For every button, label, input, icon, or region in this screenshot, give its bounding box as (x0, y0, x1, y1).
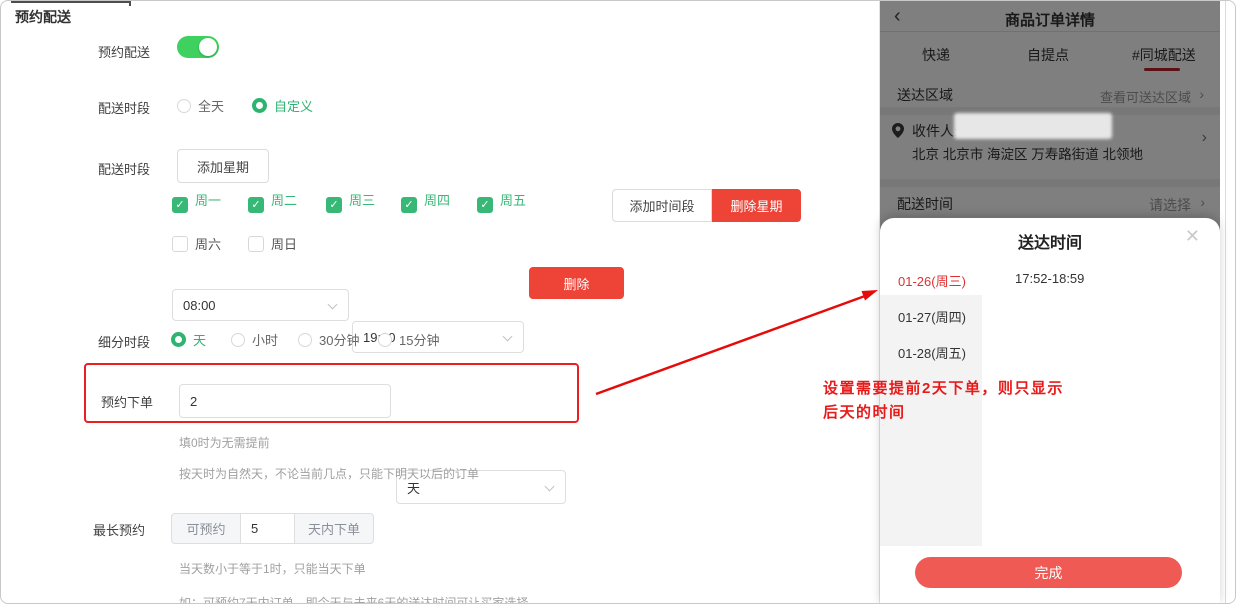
add-timeslot-button[interactable]: 添加时间段 (612, 189, 712, 222)
chevron-down-icon (503, 332, 513, 342)
delete-week-button[interactable]: 删除星期 (712, 189, 801, 222)
annotation-line1: 设置需要提前2天下单，则只显示 (823, 377, 1123, 401)
annotation-line2: 后天的时间 (823, 401, 1123, 425)
weeks-label: 配送时段 (98, 159, 150, 178)
period-option-custom-label: 自定义 (274, 99, 313, 114)
day-label: 周六 (195, 237, 221, 252)
day-label: 周三 (349, 193, 375, 208)
add-week-button[interactable]: 添加星期 (177, 149, 269, 183)
max-reserve-input[interactable] (240, 513, 295, 544)
granularity-option-day[interactable]: 天 (171, 330, 206, 350)
max-reserve-help: 当天数小于等于1时，只能当天下单 (179, 560, 366, 577)
period-option-all-label: 全天 (198, 99, 224, 114)
top-divider-tick (129, 1, 131, 6)
date-item[interactable]: 01-27(周四) (898, 307, 966, 326)
period-label: 配送时段 (98, 98, 150, 117)
page-title: 预约配送 (15, 7, 71, 27)
radio-on-icon[interactable] (171, 332, 186, 347)
day-checkbox-sun[interactable]: 周日 (248, 234, 297, 254)
window-scrollbar-track[interactable] (1225, 1, 1226, 604)
app-window: 预约配送 预约配送 配送时段 全天 自定义 配送时段 添加星期 ✓周一 ✓周二 … (0, 0, 1236, 604)
day-checkbox-tue[interactable]: ✓ 周二 (248, 190, 297, 213)
checkbox-checked-icon[interactable]: ✓ (172, 197, 188, 213)
chevron-down-icon (545, 482, 555, 492)
checkbox-checked-icon[interactable]: ✓ (248, 197, 264, 213)
close-icon[interactable]: ✕ (1185, 226, 1200, 247)
granularity-option-label: 小时 (252, 333, 278, 348)
done-button[interactable]: 完成 (915, 557, 1182, 588)
top-divider (11, 1, 129, 3)
chevron-down-icon (328, 300, 338, 310)
radio-off-icon[interactable] (177, 99, 191, 113)
day-label: 周二 (271, 193, 297, 208)
day-label: 周四 (424, 193, 450, 208)
reserve-delivery-toggle[interactable] (177, 36, 219, 58)
granularity-option-15min[interactable]: 15分钟 (378, 330, 439, 350)
day-label: 周日 (271, 237, 297, 252)
day-checkbox-wed[interactable]: ✓ 周三 (326, 190, 375, 213)
radio-off-icon[interactable] (231, 333, 245, 347)
redacted-name-patch (954, 113, 1112, 139)
checkbox-checked-icon[interactable]: ✓ (477, 197, 493, 213)
day-checkbox-mon[interactable]: ✓ 周一 (172, 190, 221, 213)
max-reserve-note: 如：可预约7天内订单，即今天与未来6天的送达时间可让买家选择 (179, 594, 528, 604)
advance-note: 按天时为自然天，不论当前几点，只能下明天以后的订单 (179, 465, 479, 482)
annotation-text: 设置需要提前2天下单，则只显示 后天的时间 (823, 377, 1123, 425)
advance-help: 填0时为无需提前 (179, 434, 270, 451)
granularity-option-label: 30分钟 (319, 333, 359, 348)
day-label: 周五 (500, 193, 526, 208)
day-label: 周一 (195, 193, 221, 208)
time-start-select[interactable]: 08:00 (172, 289, 349, 321)
checkbox-unchecked-icon[interactable] (172, 236, 188, 252)
granularity-option-hour[interactable]: 小时 (231, 330, 278, 350)
phone-preview-panel: ‹ 商品订单详情 快递 自提点 #同城配送 送达区域 查看可送达区域 › 收件人… (879, 1, 1219, 604)
granularity-option-30min[interactable]: 30分钟 (298, 330, 359, 350)
period-option-all[interactable]: 全天 (177, 96, 224, 116)
checkbox-checked-icon[interactable]: ✓ (401, 197, 417, 213)
max-reserve-prefix: 可预约 (171, 513, 241, 544)
annotation-highlight-box (84, 363, 579, 423)
max-reserve-suffix: 天内下单 (294, 513, 374, 544)
delete-timeslot-button[interactable]: 删除 (529, 267, 624, 299)
date-item-selected[interactable]: 01-26(周三) (898, 271, 966, 290)
modal-title: 送达时间 (880, 229, 1220, 253)
day-checkbox-sat[interactable]: 周六 (172, 234, 221, 254)
date-item[interactable]: 01-28(周五) (898, 343, 966, 362)
granularity-option-label: 15分钟 (399, 333, 439, 348)
radio-on-icon[interactable] (252, 98, 267, 113)
reserve-toggle-label: 预约配送 (98, 42, 150, 61)
toggle-knob-icon (199, 38, 217, 56)
granularity-option-label: 天 (193, 333, 206, 348)
checkbox-checked-icon[interactable]: ✓ (326, 197, 342, 213)
day-checkbox-fri[interactable]: ✓ 周五 (477, 190, 526, 213)
max-reserve-label: 最长预约 (93, 520, 145, 539)
radio-off-icon[interactable] (378, 333, 392, 347)
day-checkbox-thu[interactable]: ✓ 周四 (401, 190, 450, 213)
radio-off-icon[interactable] (298, 333, 312, 347)
time-slot-option[interactable]: 17:52-18:59 (1015, 271, 1084, 286)
granularity-label: 细分时段 (98, 332, 150, 351)
time-start-value: 08:00 (183, 298, 216, 313)
period-option-custom[interactable]: 自定义 (252, 96, 313, 116)
checkbox-unchecked-icon[interactable] (248, 236, 264, 252)
